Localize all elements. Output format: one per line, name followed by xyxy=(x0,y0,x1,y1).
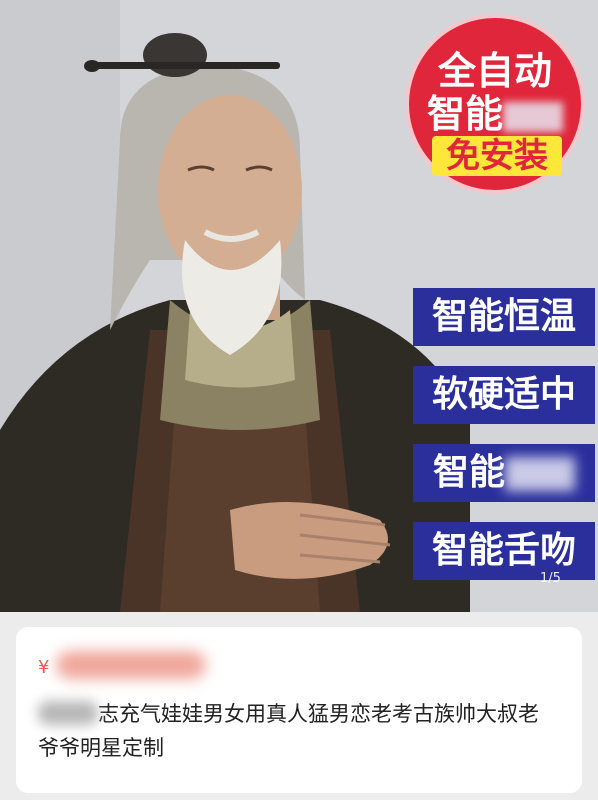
product-title[interactable]: 志充气娃娃男女用真人猛男恋老考古族帅大叔老爷爷明星定制 xyxy=(38,697,558,765)
badge-line-2-text: 智能 xyxy=(426,92,503,136)
blurred-text xyxy=(38,701,98,725)
blurred-text xyxy=(505,457,575,491)
currency-symbol: ¥ xyxy=(38,657,50,678)
carousel-page-indicator: 1/5 xyxy=(540,571,561,586)
feature-label-1: 智能恒温 xyxy=(413,288,595,346)
product-title-text: 志充气娃娃男女用真人猛男恋老考古族帅大叔老爷爷明星定制 xyxy=(38,702,539,760)
feature-label-4: 智能舌吻 xyxy=(413,522,595,580)
feature-label-3: 智能 xyxy=(413,444,595,502)
badge-line-3: 免安装 xyxy=(432,136,562,176)
feature-label-3-text: 智能 xyxy=(432,452,505,493)
screen: 全自动 智能 免安装 智能恒温 软硬适中 智能 智能舌吻 1/5 ¥ 志充气娃娃… xyxy=(0,0,598,800)
promo-badge: 全自动 智能 免安装 xyxy=(405,14,585,194)
blurred-price xyxy=(56,651,206,679)
blurred-text xyxy=(503,101,563,132)
feature-label-2: 软硬适中 xyxy=(413,366,595,424)
product-image-carousel[interactable]: 全自动 智能 免安装 智能恒温 软硬适中 智能 智能舌吻 1/5 xyxy=(0,0,598,612)
badge-line-2: 智能 xyxy=(409,83,581,138)
product-info-card[interactable]: ¥ 志充气娃娃男女用真人猛男恋老考古族帅大叔老爷爷明星定制 xyxy=(16,627,582,793)
